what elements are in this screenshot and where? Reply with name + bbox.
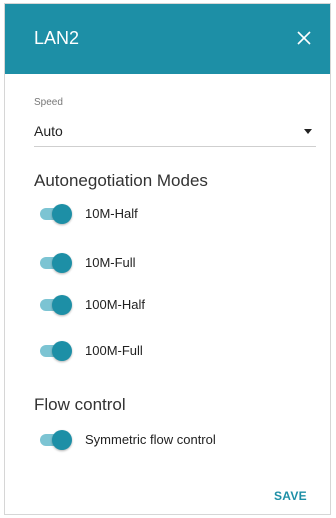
speed-select[interactable]: Auto — [34, 117, 316, 147]
close-button[interactable] — [292, 26, 316, 50]
toggle-switch[interactable] — [38, 251, 74, 275]
speed-value: Auto — [34, 123, 63, 139]
dialog-title: LAN2 — [34, 28, 80, 48]
close-icon — [297, 31, 311, 45]
toggle-switch[interactable] — [38, 339, 74, 363]
toggle-label: 10M-Half — [85, 206, 138, 221]
dialog-header: LAN2 — [5, 4, 330, 74]
toggle-label: Symmetric flow control — [85, 432, 216, 447]
toggle-label: 100M-Half — [85, 297, 145, 312]
dropdown-arrow-icon — [304, 129, 312, 134]
save-button[interactable]: SAVE — [274, 489, 307, 503]
lan2-dialog: LAN2 Speed Auto Autonegotiation Modes 10… — [4, 3, 331, 515]
autonegotiation-title: Autonegotiation Modes — [34, 171, 208, 190]
toggle-label: 100M-Full — [85, 343, 143, 358]
toggle-label: 10M-Full — [85, 255, 136, 270]
toggle-switch[interactable] — [38, 293, 74, 317]
toggle-switch[interactable] — [38, 428, 74, 452]
toggle-switch[interactable] — [38, 202, 74, 226]
flow-control-title: Flow control — [34, 395, 126, 414]
speed-label: Speed — [34, 97, 63, 108]
